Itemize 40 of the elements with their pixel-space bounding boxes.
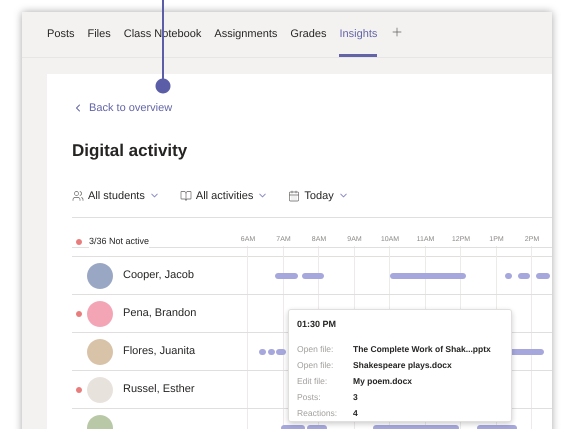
tooltip-label: Reactions:: [297, 406, 338, 418]
student-name: Flores, Juanita: [123, 344, 196, 360]
tooltip-value: The Complete Work of Shak...pptx: [353, 342, 491, 354]
activity-bar: [536, 273, 550, 279]
activity-bar: [259, 349, 266, 355]
tooltip-value: My poem.docx: [353, 374, 412, 386]
avatar-photo-placeholder: [87, 338, 113, 364]
tab[interactable]: Files: [88, 12, 111, 57]
tooltip-label: Posts:: [297, 390, 322, 402]
activity-bar: [302, 273, 324, 279]
student-name: Pena, Brandon: [123, 306, 196, 322]
filter-dropdown[interactable]: Today: [288, 188, 349, 204]
tooltip-time: 01:30 PM: [297, 318, 338, 331]
tooltip-value: 3: [353, 390, 358, 402]
page-title: Digital activity: [72, 142, 188, 158]
people-icon: [72, 190, 84, 202]
tab[interactable]: Assignments: [214, 12, 278, 57]
activity-bar: [518, 273, 530, 279]
tooltip-value: 4: [353, 406, 358, 418]
tooltip-value: Shakespeare plays.docx: [353, 358, 452, 370]
back-link[interactable]: Back to overview: [72, 100, 172, 116]
activity-bar: [505, 273, 512, 279]
avatar-photo-placeholder: [87, 300, 113, 326]
student-name: Russel, Esther: [123, 382, 195, 398]
tooltip-label: Open file:: [297, 358, 334, 370]
plus-icon: [390, 25, 404, 39]
tab[interactable]: Insights: [339, 12, 378, 57]
book-icon: [180, 190, 192, 202]
tooltip-label: Open file:: [297, 342, 334, 354]
filter-dropdown[interactable]: All students: [72, 188, 160, 204]
calendar-icon: [288, 190, 300, 202]
activity-bar: [275, 273, 298, 279]
inactive-count: 3/36 Not active: [89, 234, 150, 248]
avatar-photo-placeholder: [87, 262, 113, 288]
student-name: Cooper, Jacob: [123, 268, 194, 284]
tab[interactable]: Grades: [290, 12, 326, 57]
avatar-photo-placeholder: [87, 376, 113, 402]
filter-dropdown[interactable]: All activities: [180, 188, 268, 204]
tab[interactable]: Posts: [47, 12, 75, 57]
tooltip-label: Edit file:: [297, 374, 328, 386]
